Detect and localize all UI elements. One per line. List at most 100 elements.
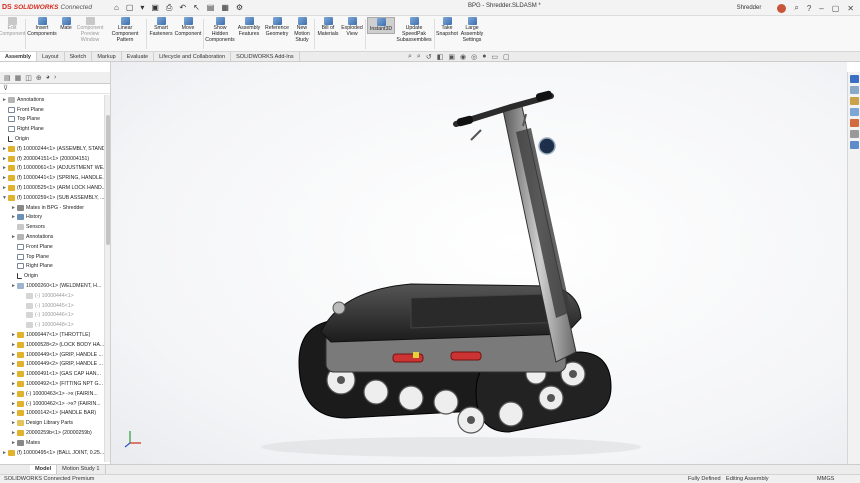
bottom-tab-model[interactable]: Model <box>30 465 58 474</box>
zoom-area-icon[interactable]: ⌕ <box>417 53 421 61</box>
custom-properties-icon[interactable] <box>850 130 859 138</box>
expand-arrow-icon[interactable]: ► <box>11 381 16 387</box>
scene-icon[interactable]: ▭ <box>491 53 498 61</box>
property-manager-icon[interactable]: ▦ <box>15 74 22 82</box>
tree-item[interactable]: ► (f) 10000525<1> (ARM LOCK HAND... <box>0 183 104 193</box>
new-document-icon[interactable]: ▢ <box>126 3 134 13</box>
tree-item[interactable]: (-) 10000446<1> <box>0 311 104 321</box>
tree-item[interactable]: Origin <box>0 134 104 144</box>
tree-item[interactable]: ► 10000449<1> (GRIP, HANDLE ... <box>0 350 104 360</box>
tree-item[interactable]: (-) 10000444<1> <box>0 291 104 301</box>
ribbon-button-insert-components[interactable]: Insert Components <box>27 17 57 38</box>
configuration-manager-icon[interactable]: ◫ <box>25 74 32 82</box>
tree-item[interactable]: ► (f) 10000061<1> (ADJUSTMENT WE... <box>0 164 104 174</box>
view-settings-icon[interactable]: ▢ <box>503 53 510 61</box>
tree-item[interactable]: ► 10000447<1> (THROTTLE) <box>0 330 104 340</box>
ribbon-button-reference-geometry[interactable]: Reference Geometry <box>263 17 291 38</box>
tab-markup[interactable]: Markup <box>92 52 122 61</box>
expand-arrow-icon[interactable]: ► <box>11 401 16 407</box>
tab-evaluate[interactable]: Evaluate <box>122 52 155 61</box>
expand-arrow-icon[interactable]: ► <box>11 430 16 436</box>
zoom-to-fit-icon[interactable]: ⌕ <box>408 53 412 61</box>
tree-item[interactable]: ► 10000491<1> (GAS CAP HAN... <box>0 369 104 379</box>
ribbon-button-edit-component[interactable]: Edit Component <box>0 17 25 38</box>
open-icon[interactable]: ▾ <box>140 3 144 13</box>
home-icon[interactable]: ⌂ <box>114 3 119 13</box>
brand[interactable]: DS SOLIDWORKS Connected <box>0 4 110 11</box>
tree-item[interactable]: ► Design Library Parts <box>0 418 104 428</box>
tree-item[interactable]: ► 10000260<1> (WELDMENT, H... <box>0 281 104 291</box>
tree-item[interactable]: ► (f) 10000441<1> (SPRING, HANDLE... <box>0 173 104 183</box>
expand-arrow-icon[interactable]: ► <box>2 185 7 191</box>
expand-arrow-icon[interactable]: ► <box>2 156 7 162</box>
select-icon[interactable]: ↖ <box>193 3 200 13</box>
tree-item[interactable]: ► (-) 10000463<1> ->x (FAIRIN... <box>0 389 104 399</box>
view-orientation-icon[interactable]: ▣ <box>448 53 455 61</box>
view-palette-icon[interactable] <box>850 108 859 116</box>
search-icon[interactable]: ⌕ <box>794 3 798 13</box>
tree-item[interactable]: ► (f) 10000244<1> (ASSEMBLY, STAND... <box>0 144 104 154</box>
tree-item[interactable]: Sensors <box>0 222 104 232</box>
edit-appearance-icon[interactable]: ● <box>482 53 486 61</box>
expand-arrow-icon[interactable]: ► <box>2 97 7 103</box>
maximize-icon[interactable]: ▢ <box>832 4 840 13</box>
tree-item[interactable]: (-) 10000445<1> <box>0 301 104 311</box>
ribbon-button-mate[interactable]: Mate <box>57 17 75 32</box>
expand-arrow-icon[interactable]: ► <box>11 420 16 426</box>
ribbon-button-smart-fasteners[interactable]: Smart Fasteners <box>148 17 174 38</box>
expand-arrow-icon[interactable]: ► <box>11 361 16 367</box>
expand-icon[interactable]: › <box>54 74 56 81</box>
rebuild-icon[interactable]: ▤ <box>207 3 215 13</box>
tree-item[interactable]: ► (f) 200004151<1> (200004151) <box>0 154 104 164</box>
expand-arrow-icon[interactable]: ► <box>11 283 16 289</box>
filter-bar[interactable]: ⊽ <box>0 84 110 94</box>
tree-item[interactable]: ► 20000259b<1> (20000259b) <box>0 428 104 438</box>
hide-show-icon[interactable]: ◎ <box>471 53 477 61</box>
minimize-icon[interactable]: – <box>819 4 823 13</box>
feature-manager-icon[interactable]: ▤ <box>4 74 11 82</box>
tree-item[interactable]: ► (f) 10000495<1> (BALL JOINT, 0.25... <box>0 448 104 458</box>
previous-view-icon[interactable]: ↺ <box>426 53 432 61</box>
dimxpert-icon[interactable]: ⊕ <box>36 74 42 82</box>
forum-icon[interactable] <box>850 141 859 149</box>
tree-item[interactable]: ► Mates <box>0 438 104 448</box>
display-manager-icon[interactable]: ◕ <box>46 74 50 81</box>
expand-arrow-icon[interactable]: ► <box>2 175 7 181</box>
file-explorer-icon[interactable] <box>850 97 859 105</box>
display-style-icon[interactable]: ◉ <box>460 53 466 61</box>
tree-item[interactable]: Front Plane <box>0 242 104 252</box>
ribbon-button-take-snapshot[interactable]: Take Snapshot <box>436 17 458 38</box>
expand-arrow-icon[interactable]: ► <box>11 391 16 397</box>
tree-item[interactable]: ► Annotations <box>0 232 104 242</box>
graphics-area[interactable] <box>111 62 847 464</box>
tab-lifecycle-and-collaboration[interactable]: Lifecycle and Collaboration <box>154 52 232 61</box>
tree-item[interactable]: ► (-) 10000462<1> ->x? (FAIRIN... <box>0 399 104 409</box>
ribbon-button-assembly-features[interactable]: Assembly Features <box>235 17 263 38</box>
ribbon-button-move-component[interactable]: Move Component <box>174 17 202 38</box>
ribbon-button-component-preview-window[interactable]: Component Preview Window <box>75 17 105 43</box>
tree-item[interactable]: ► 10000142<1> (HANDLE BAR) <box>0 409 104 419</box>
solidworks-resources-icon[interactable] <box>850 75 859 83</box>
options-icon[interactable]: ⚙ <box>236 3 243 13</box>
undo-icon[interactable]: ↶ <box>179 3 186 13</box>
file-properties-icon[interactable]: ▦ <box>221 3 229 13</box>
expand-arrow-icon[interactable]: ► <box>2 450 7 456</box>
section-view-icon[interactable]: ◧ <box>437 53 444 61</box>
tree-item[interactable]: Top Plane <box>0 115 104 125</box>
avatar[interactable] <box>777 3 787 13</box>
ribbon-button-linear-component-pattern[interactable]: Linear Component Pattern <box>105 17 145 43</box>
tree-item[interactable]: ► History <box>0 213 104 223</box>
ribbon-button-show-hidden-components[interactable]: Show Hidden Components <box>205 17 235 43</box>
tree-item[interactable]: ▼ (f) 10000259<1> (SUB ASSEMBLY, ... <box>0 193 104 203</box>
ribbon-button-large-assembly-settings[interactable]: Large Assembly Settings <box>458 17 486 43</box>
ribbon-button-instant3d[interactable]: Instant3D <box>367 17 395 34</box>
expand-arrow-icon[interactable]: ▼ <box>2 195 7 201</box>
expand-arrow-icon[interactable]: ► <box>2 146 7 152</box>
expand-arrow-icon[interactable]: ► <box>11 332 16 338</box>
tree-item[interactable]: ► Mates in BPG - Shredder <box>0 203 104 213</box>
tree-item[interactable]: Origin <box>0 271 104 281</box>
ribbon-button-new-motion-study[interactable]: New Motion Study <box>291 17 313 43</box>
tree-item[interactable]: (-) 10000448<1> <box>0 320 104 330</box>
expand-arrow-icon[interactable]: ► <box>11 214 16 220</box>
tree-item[interactable]: Front Plane <box>0 105 104 115</box>
